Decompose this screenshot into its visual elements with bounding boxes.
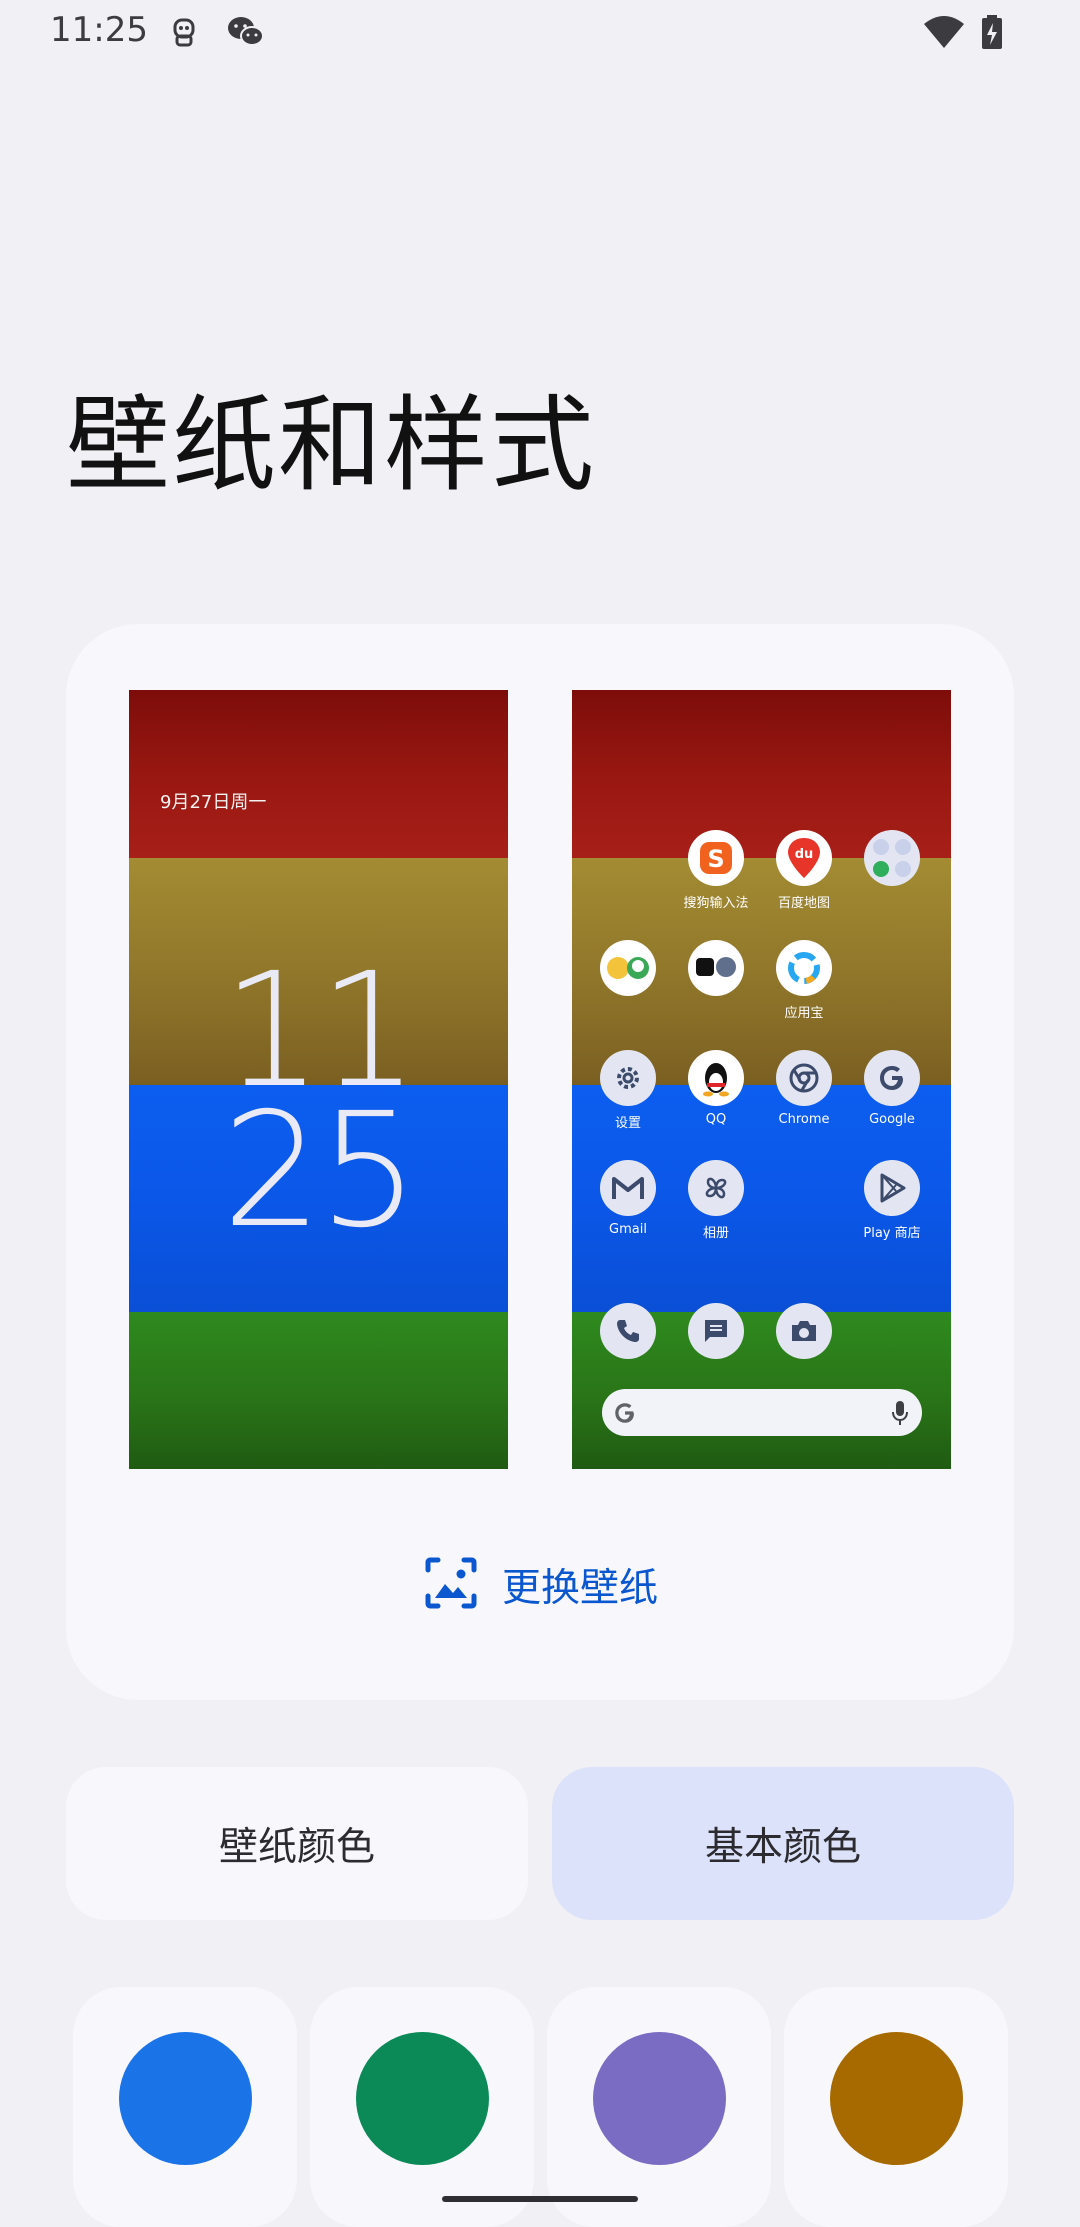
app-play-store: Play 商店 bbox=[852, 1160, 932, 1241]
dock-camera bbox=[764, 1303, 844, 1359]
tab-label: 壁纸颜色 bbox=[218, 1824, 375, 1870]
battery-charging-icon bbox=[980, 14, 1016, 50]
lock-clock-minute: 25 bbox=[221, 1079, 419, 1263]
google-g-icon bbox=[612, 1400, 638, 1430]
wallpaper-band-green bbox=[129, 1312, 508, 1469]
tab-basic-colors[interactable]: 基本颜色 bbox=[552, 1767, 1014, 1920]
settings-gear-icon bbox=[600, 1050, 656, 1106]
dock-phone bbox=[588, 1303, 668, 1359]
app-label: 设置 bbox=[614, 1116, 641, 1131]
wifi-icon bbox=[922, 14, 964, 50]
lock-screen-preview[interactable]: 9月27日周一 11 25 bbox=[129, 690, 508, 1469]
messages-icon bbox=[688, 1303, 744, 1359]
qq-penguin-icon bbox=[688, 1050, 744, 1106]
app-folder bbox=[852, 830, 932, 892]
status-time: 11:25 bbox=[50, 10, 148, 50]
sogou-input-icon: S bbox=[688, 830, 744, 886]
page-title: 壁纸和样式 bbox=[66, 384, 597, 506]
app-chrome: Chrome bbox=[764, 1050, 844, 1127]
mic-icon bbox=[892, 1400, 908, 1430]
wallpaper-band-red bbox=[129, 690, 508, 858]
color-swatch bbox=[119, 2032, 252, 2165]
svg-text:du: du bbox=[795, 847, 814, 862]
phone-icon bbox=[600, 1303, 656, 1359]
app-yingyongbao: 应用宝 bbox=[764, 940, 844, 1021]
camera-icon bbox=[776, 1303, 832, 1359]
gmail-icon bbox=[600, 1160, 656, 1216]
change-wallpaper-button[interactable]: 更换壁纸 bbox=[424, 1555, 658, 1615]
svg-text:S: S bbox=[707, 845, 724, 873]
play-store-icon bbox=[864, 1160, 920, 1216]
app-sogou: S 搜狗输入法 bbox=[676, 830, 756, 911]
robot-notification-icon bbox=[166, 14, 202, 50]
app-media-folder bbox=[676, 940, 756, 1002]
game-folder-icon bbox=[600, 940, 656, 996]
yingyongbao-icon bbox=[776, 940, 832, 996]
tab-wallpaper-colors[interactable]: 壁纸颜色 bbox=[66, 1767, 528, 1920]
app-folder-icon bbox=[864, 830, 920, 886]
color-option-green[interactable] bbox=[310, 1987, 534, 2227]
gesture-nav-handle[interactable] bbox=[442, 2196, 638, 2202]
app-label: 百度地图 bbox=[777, 896, 830, 911]
app-gmail: Gmail bbox=[588, 1160, 668, 1237]
app-google: Google bbox=[852, 1050, 932, 1127]
app-baidu-maps: du 百度地图 bbox=[764, 830, 844, 911]
photos-pinwheel-icon bbox=[688, 1160, 744, 1216]
app-label: QQ bbox=[705, 1112, 727, 1127]
status-bar: 11:25 bbox=[0, 0, 1080, 66]
color-option-amber[interactable] bbox=[784, 1987, 1008, 2227]
app-label: 应用宝 bbox=[784, 1006, 824, 1021]
change-wallpaper-icon bbox=[424, 1556, 478, 1614]
change-wallpaper-label: 更换壁纸 bbox=[502, 1566, 659, 1611]
app-qq: QQ bbox=[676, 1050, 756, 1127]
google-g-icon bbox=[864, 1050, 920, 1106]
color-option-purple[interactable] bbox=[547, 1987, 771, 2227]
media-folder-icon bbox=[688, 940, 744, 996]
color-swatch bbox=[356, 2032, 489, 2165]
home-search-bar bbox=[602, 1389, 922, 1436]
app-label: Gmail bbox=[609, 1222, 647, 1237]
app-photos: 相册 bbox=[676, 1160, 756, 1241]
tab-label: 基本颜色 bbox=[704, 1824, 861, 1870]
lock-date: 9月27日周一 bbox=[160, 792, 267, 813]
home-screen-preview[interactable]: S 搜狗输入法 du 百度地图 应用宝 设置 QQ Chrome Google … bbox=[572, 690, 951, 1469]
color-swatch bbox=[593, 2032, 726, 2165]
chrome-icon bbox=[776, 1050, 832, 1106]
app-label: Google bbox=[869, 1112, 915, 1127]
color-swatch bbox=[830, 2032, 963, 2165]
app-settings: 设置 bbox=[588, 1050, 668, 1131]
baidu-maps-icon: du bbox=[776, 830, 832, 886]
dock-messages bbox=[676, 1303, 756, 1359]
wechat-icon bbox=[226, 14, 264, 50]
app-label: Chrome bbox=[778, 1112, 830, 1127]
app-label: 搜狗输入法 bbox=[683, 896, 749, 911]
color-option-blue[interactable] bbox=[73, 1987, 297, 2227]
app-game-folder bbox=[588, 940, 668, 1002]
app-label: Play 商店 bbox=[863, 1226, 921, 1241]
app-label: 相册 bbox=[702, 1226, 729, 1241]
